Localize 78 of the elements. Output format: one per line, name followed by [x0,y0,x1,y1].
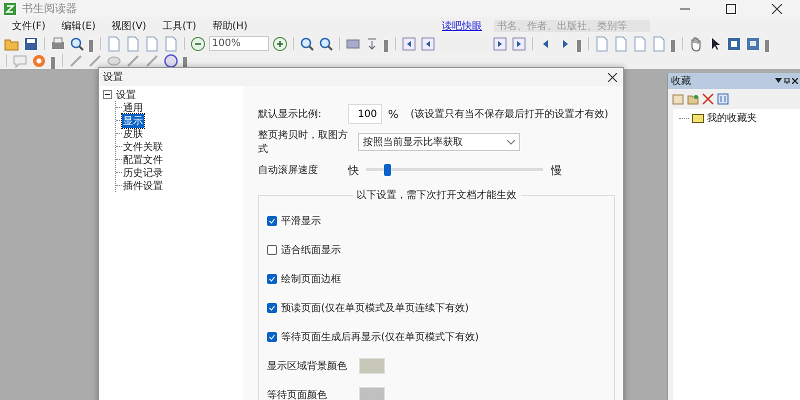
app-logo-icon [4,2,16,14]
page-icon[interactable] [125,36,141,52]
tree-item[interactable]: 显示 [122,114,144,128]
collapse-icon[interactable] [103,90,112,99]
page-icon[interactable] [163,36,179,52]
color-swatch[interactable] [359,358,385,374]
tree-item[interactable]: 插件设置 [122,178,164,192]
print-icon[interactable] [50,36,66,52]
first-page-icon[interactable] [401,36,417,52]
page-icon[interactable] [651,36,667,52]
dropdown-arrow-icon[interactable] [775,78,782,83]
tree-item[interactable]: 皮肤 [122,126,144,140]
color-swatch[interactable] [359,386,385,400]
folder-add-icon[interactable] [687,93,699,105]
page-icon[interactable] [594,36,610,52]
menu-item[interactable]: 帮助(H) [204,19,256,33]
field-label: 自动滚屏速度 [258,164,319,177]
unit-label: % [388,108,398,120]
tree-item[interactable]: 设置 [115,88,137,102]
field-label: 整页拷贝时，取图方式 [258,128,348,156]
checkbox[interactable] [267,332,277,342]
group-title: 以下设置，需下次打开文档才能生效 [356,188,518,202]
checkbox[interactable] [267,302,277,312]
zoom-out-icon[interactable] [190,36,206,52]
next-page-icon[interactable] [492,36,508,52]
checkbox[interactable] [267,274,277,284]
checkbox-label: 适合纸面显示 [281,244,341,256]
magnify-plus-icon[interactable] [299,36,315,52]
pin-icon[interactable] [784,78,790,84]
menu-item[interactable]: 文件(F) [4,19,54,33]
checkbox[interactable] [267,244,277,254]
menu-item[interactable]: 视图(V) [104,19,154,33]
tree-item[interactable]: 通用 [122,100,144,114]
tree-item[interactable]: 历史记录 [122,166,164,180]
line-icon[interactable] [144,52,160,68]
folder-icon [692,114,704,122]
tree-item[interactable]: 文件关联 [122,140,164,154]
page-icon[interactable] [144,36,160,52]
checkbox-label: 等待页面生成后再显示(仅在单页模式下有效) [281,330,479,344]
window-title: 书生阅读器 [22,1,77,16]
slider-min-label: 快 [348,162,360,178]
zoom-in-icon[interactable] [272,36,288,52]
color-label: 显示区域背景颜色 [267,360,348,372]
checkbox-label: 平滑显示 [281,214,321,228]
checkbox-label: 绘制页面边框 [281,272,341,286]
checkbox[interactable] [267,216,277,226]
close-icon[interactable] [608,72,617,82]
new-item-icon[interactable] [672,93,684,105]
line-icon[interactable] [125,52,141,68]
zoom-field[interactable]: 100% [209,36,269,51]
save-icon[interactable] [23,36,39,52]
panel-title: 收藏 [671,74,691,88]
search-field[interactable]: 书名、作者、出版社、类别等 [494,20,650,32]
magnify-minus-icon[interactable] [318,36,334,52]
page-icon[interactable] [106,36,122,52]
header-link[interactable]: 读吧快眼 [442,19,482,33]
delete-icon[interactable] [702,93,714,105]
close-icon[interactable] [792,78,798,84]
menu-item[interactable]: 工具(T) [154,19,204,33]
checkbox-label: 预读页面(仅在单页模式及单页连续下有效) [281,302,469,314]
field-label: 默认显示比例: [258,108,322,121]
search-icon[interactable] [69,36,85,52]
tree-item[interactable]: 配置文件 [122,152,164,166]
slider-thumb[interactable] [384,164,392,176]
last-page-icon[interactable] [511,36,527,52]
tree-item[interactable]: 我的收藏夹 [707,111,757,125]
page-icon[interactable] [632,36,648,52]
page-icon[interactable] [613,36,629,52]
prev-page-icon[interactable] [420,36,436,52]
note-text: (该设置只有当不保存最后打开的设置才有效) [410,108,608,121]
properties-icon[interactable] [717,93,729,105]
copy-mode-dropdown[interactable]: 按照当前显示比率获取 [358,133,520,151]
menu-item[interactable]: 编辑(E) [54,19,104,33]
color-label: 等待页面颜色 [267,388,328,400]
dialog-title: 设置 [103,70,123,84]
chevron-down-icon [507,140,515,144]
zoom-input[interactable]: 100 [348,104,382,124]
slider-max-label: 慢 [551,162,562,178]
